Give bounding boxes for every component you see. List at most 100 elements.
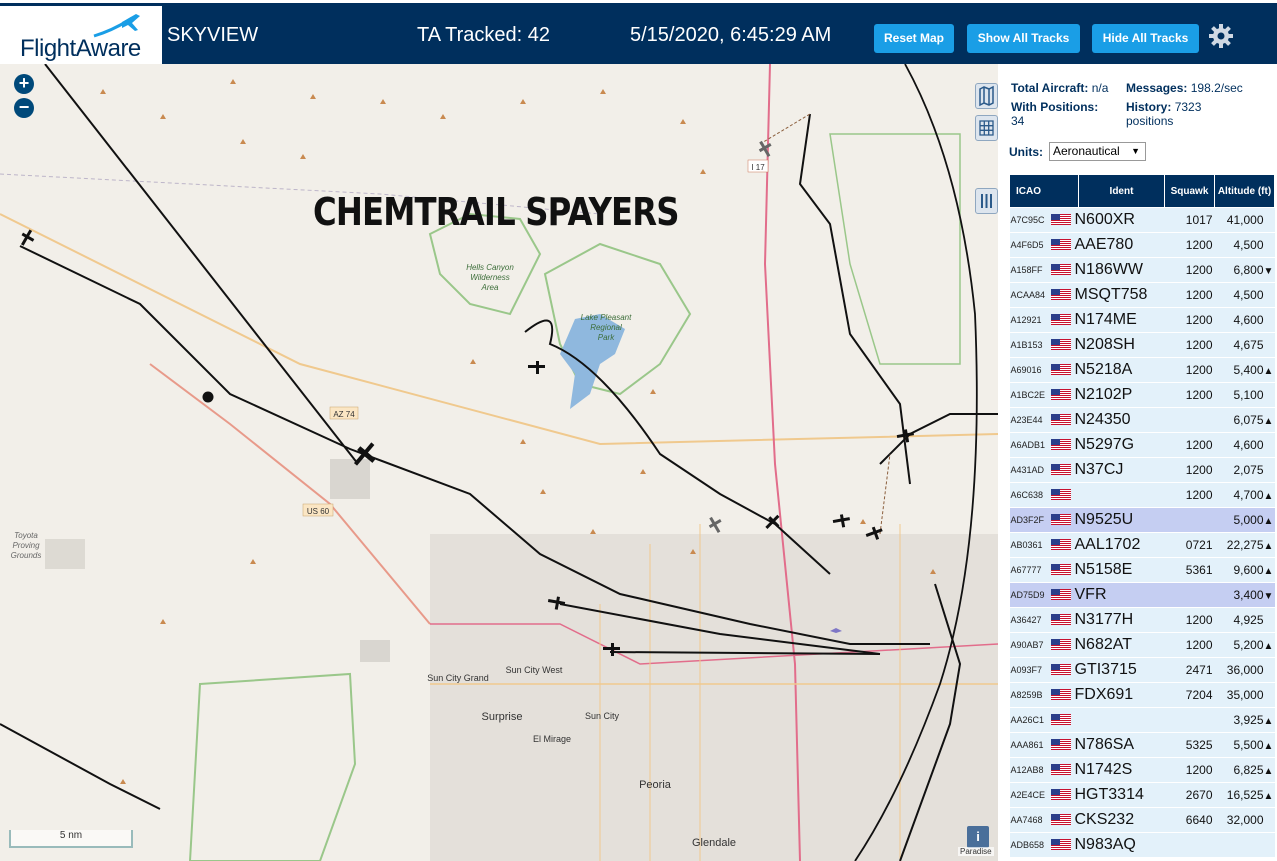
table-row[interactable]: A12921 N174ME 1200 4,600 bbox=[1009, 307, 1275, 333]
columns-toggle-button[interactable] bbox=[975, 188, 998, 214]
altitude-cell: 32,000 bbox=[1214, 807, 1275, 833]
altitude-cell: 16,525▲ bbox=[1214, 782, 1275, 808]
altitude-column-header[interactable]: Altitude (ft) bbox=[1214, 174, 1275, 208]
messages-stat: Messages: 198.2/sec bbox=[1126, 81, 1243, 95]
map-canvas[interactable]: AZ 74 US 60 I 17 Hells Canyon Wilderness… bbox=[0, 64, 998, 861]
us-flag-icon bbox=[1050, 439, 1071, 450]
icao-cell: A6ADB1 bbox=[1009, 432, 1051, 458]
table-row[interactable]: A23E44 N24350 6,075▲ bbox=[1009, 407, 1275, 433]
table-row[interactable]: AD3F2F N9525U 5,000▲ bbox=[1009, 507, 1275, 533]
zoom-in-button[interactable]: + bbox=[14, 74, 34, 94]
icao-cell: A6C638 bbox=[1009, 482, 1051, 508]
squawk-cell: 1200 bbox=[1164, 457, 1215, 483]
table-row[interactable]: A1B153 N208SH 1200 4,675 bbox=[1009, 332, 1275, 358]
table-row[interactable]: ACAA84 MSQT758 1200 4,500 bbox=[1009, 282, 1275, 308]
table-row[interactable]: AAA861 N786SA 5325 5,500▲ bbox=[1009, 732, 1275, 758]
us-flag-icon bbox=[1050, 264, 1071, 275]
altitude-cell: 41,000 bbox=[1214, 207, 1275, 233]
icao-cell: A8259B bbox=[1009, 682, 1051, 708]
place-label: Grounds bbox=[11, 551, 42, 560]
ident-cell: GTI3715 bbox=[1050, 657, 1165, 683]
squawk-column-header[interactable]: Squawk bbox=[1164, 174, 1215, 208]
altitude-cell: 4,675 bbox=[1214, 332, 1275, 358]
grid-toggle-button[interactable] bbox=[975, 115, 998, 141]
us-flag-icon bbox=[1050, 414, 1071, 425]
table-row[interactable]: A90AB7 N682AT 1200 5,200▲ bbox=[1009, 632, 1275, 658]
place-label: Glendale bbox=[692, 837, 736, 849]
reset-map-button[interactable]: Reset Map bbox=[874, 24, 954, 53]
road-label-az74: AZ 74 bbox=[333, 410, 355, 419]
us-flag-icon bbox=[1050, 514, 1071, 525]
table-row[interactable]: AB0361 AAL1702 0721 22,275▲ bbox=[1009, 532, 1275, 558]
us-flag-icon bbox=[1050, 239, 1071, 250]
map-view[interactable]: AZ 74 US 60 I 17 Hells Canyon Wilderness… bbox=[0, 64, 998, 861]
table-row[interactable]: A4F6D5 AAE780 1200 4,500 bbox=[1009, 232, 1275, 258]
icao-cell: A69016 bbox=[1009, 357, 1051, 383]
icao-cell: ADB658 bbox=[1009, 832, 1051, 858]
us-flag-icon bbox=[1050, 614, 1071, 625]
ident-cell: FDX691 bbox=[1050, 682, 1165, 708]
table-row[interactable]: A67777 N5158E 5361 9,600▲ bbox=[1009, 557, 1275, 583]
place-label: Hells Canyon bbox=[466, 263, 514, 272]
table-row[interactable]: A093F7 GTI3715 2471 36,000 bbox=[1009, 657, 1275, 683]
positions-stat: With Positions: 34 bbox=[1011, 100, 1099, 128]
table-row[interactable]: A2E4CE HGT3314 2670 16,525▲ bbox=[1009, 782, 1275, 808]
icao-cell: A67777 bbox=[1009, 557, 1051, 583]
altitude-trend-icon: ▲ bbox=[1263, 366, 1274, 377]
gear-icon[interactable] bbox=[1207, 22, 1235, 50]
ident-column-header[interactable]: Ident bbox=[1078, 174, 1165, 208]
logo[interactable]: FlightAware bbox=[0, 6, 162, 65]
icao-column-header[interactable]: ICAO bbox=[1009, 174, 1079, 208]
table-row[interactable]: AA26C1 3,925▲ bbox=[1009, 707, 1275, 733]
table-row[interactable]: AA7468 CKS232 6640 32,000 bbox=[1009, 807, 1275, 833]
squawk-cell: 5361 bbox=[1164, 557, 1215, 583]
us-flag-icon bbox=[1050, 689, 1071, 700]
squawk-cell: 2670 bbox=[1164, 782, 1215, 808]
altitude-trend-icon: ▼ bbox=[1263, 266, 1274, 277]
icao-cell: A158FF bbox=[1009, 257, 1051, 283]
altitude-cell: 5,200▲ bbox=[1214, 632, 1275, 658]
us-flag-icon bbox=[1050, 639, 1071, 650]
altitude-trend-icon: ▲ bbox=[1263, 491, 1274, 502]
ident-cell: AAL1702 bbox=[1050, 532, 1165, 558]
table-row[interactable]: A69016 N5218A 1200 5,400▲ bbox=[1009, 357, 1275, 383]
icao-cell: AAA861 bbox=[1009, 732, 1051, 758]
table-row[interactable]: A6C638 1200 4,700▲ bbox=[1009, 482, 1275, 508]
table-row[interactable]: A12AB8 N1742S 1200 6,825▲ bbox=[1009, 757, 1275, 783]
ident-cell: CKS232 bbox=[1050, 807, 1165, 833]
us-flag-icon bbox=[1050, 564, 1071, 575]
ident-cell bbox=[1050, 482, 1165, 508]
altitude-cell: 5,100 bbox=[1214, 382, 1275, 408]
ident-cell: N5297G bbox=[1050, 432, 1165, 458]
table-row[interactable]: A158FF N186WW 1200 6,800▼ bbox=[1009, 257, 1275, 283]
ident-cell: N5158E bbox=[1050, 557, 1165, 583]
show-all-tracks-button[interactable]: Show All Tracks bbox=[967, 24, 1080, 53]
table-row[interactable]: A36427 N3177H 1200 4,925 bbox=[1009, 607, 1275, 633]
table-row[interactable]: ADB658 N983AQ bbox=[1009, 832, 1275, 858]
zoom-out-button[interactable]: − bbox=[14, 98, 34, 118]
units-select[interactable]: Aeronautical ▼ bbox=[1049, 142, 1146, 161]
map-layers-button[interactable] bbox=[975, 83, 998, 109]
altitude-cell: 4,500 bbox=[1214, 282, 1275, 308]
table-row[interactable]: A8259B FDX691 7204 35,000 bbox=[1009, 682, 1275, 708]
table-row[interactable]: A431AD N37CJ 1200 2,075 bbox=[1009, 457, 1275, 483]
altitude-cell: 6,800▼ bbox=[1214, 257, 1275, 283]
table-row[interactable]: A6ADB1 N5297G 1200 4,600 bbox=[1009, 432, 1275, 458]
history-stat: History: 7323 positions bbox=[1126, 100, 1202, 128]
hide-all-tracks-button[interactable]: Hide All Tracks bbox=[1092, 24, 1199, 53]
altitude-cell: 5,000▲ bbox=[1214, 507, 1275, 533]
ident-cell: N983AQ bbox=[1050, 832, 1165, 858]
icao-cell: A7C95C bbox=[1009, 207, 1051, 233]
icao-cell: AB0361 bbox=[1009, 532, 1051, 558]
table-row[interactable]: AD75D9 VFR 3,400▼ bbox=[1009, 582, 1275, 608]
altitude-cell: 3,400▼ bbox=[1214, 582, 1275, 608]
table-row[interactable]: A7C95C N600XR 1017 41,000 bbox=[1009, 207, 1275, 233]
altitude-cell: 4,600 bbox=[1214, 307, 1275, 333]
squawk-cell: 1200 bbox=[1164, 432, 1215, 458]
table-row[interactable]: A1BC2E N2102P 1200 5,100 bbox=[1009, 382, 1275, 408]
place-label: Park bbox=[598, 333, 615, 342]
altitude-cell: 4,925 bbox=[1214, 607, 1275, 633]
us-flag-icon bbox=[1050, 739, 1071, 750]
icao-cell: A1BC2E bbox=[1009, 382, 1051, 408]
info-icon[interactable]: i bbox=[967, 826, 989, 848]
